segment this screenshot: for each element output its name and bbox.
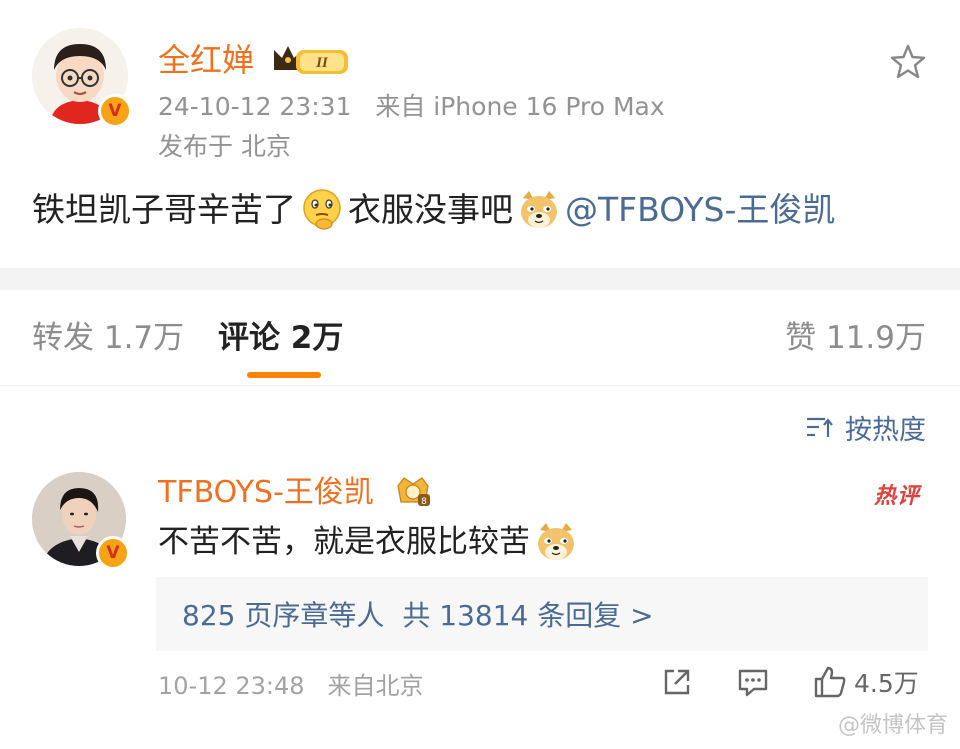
svg-text:8: 8 <box>421 497 427 507</box>
post-location: 发布于 北京 <box>158 132 291 161</box>
share-icon <box>664 669 690 695</box>
post-meta: 24-10-12 23:31 来自 iPhone 16 Pro Max <box>158 90 665 124</box>
hot-comment-tag: 热评 <box>873 484 920 509</box>
post-tabs: 转发 1.7万 评论 2万 赞 11.9万 <box>0 290 960 386</box>
favorite-star-icon[interactable] <box>888 42 928 82</box>
sort-label: 按热度 <box>845 415 926 446</box>
post-author-name[interactable]: 全红婵 <box>158 38 254 82</box>
post-timestamp: 24-10-12 23:31 <box>158 92 352 121</box>
sort-by-hot-button[interactable]: 按热度 <box>805 408 926 447</box>
reply-button[interactable] <box>736 665 770 699</box>
reply-people: 825 页序章等人 <box>182 599 385 632</box>
doge-emoji-icon <box>517 188 561 232</box>
watermark: @微博体育 <box>837 713 948 738</box>
share-button[interactable] <box>660 665 694 699</box>
vip-crown-icon[interactable]: II <box>270 38 354 86</box>
tab-like[interactable]: 赞 11.9万 <box>785 312 926 357</box>
like-count: 4.5万 <box>854 669 919 698</box>
comment-author-avatar[interactable]: V <box>32 472 130 570</box>
comment-meta: 10-12 23:48 来自北京 <box>158 666 423 706</box>
post-text-part2: 衣服没事吧 <box>348 190 513 229</box>
active-tab-indicator <box>247 372 321 378</box>
comment-icon <box>738 669 768 697</box>
thinking-emoji-icon <box>300 188 344 232</box>
comment-author-name[interactable]: TFBOYS-王俊凯 <box>158 472 374 514</box>
comment-location: 来自北京 <box>327 672 424 700</box>
mention-link[interactable]: @TFBOYS-王俊凯 <box>565 186 835 234</box>
section-separator <box>0 268 960 290</box>
verified-badge-icon: V <box>98 94 132 128</box>
post-text-part1: 铁坦凯子哥辛苦了 <box>32 190 296 229</box>
comment-body: 不苦不苦，就是衣服比较苦 <box>158 518 582 566</box>
post-body: 铁坦凯子哥辛苦了 衣服没事吧 @TFBOYS-王俊凯 <box>32 186 835 234</box>
doge-emoji-icon <box>534 520 578 564</box>
weibo-post-page: V 全红婵 II 24-10-12 23:31 来自 iPhone 16 Pro… <box>0 0 960 749</box>
post-card: V 全红婵 II 24-10-12 23:31 来自 iPhone 16 Pro… <box>0 0 960 268</box>
comment-actions: 4.5万 <box>660 664 919 700</box>
tab-comment[interactable]: 评论 2万 <box>218 312 343 357</box>
verified-badge-icon: V <box>96 536 130 570</box>
reply-count: 共 13814 条回复 > <box>402 599 654 632</box>
thumbs-up-icon <box>814 666 846 698</box>
like-button[interactable]: 4.5万 <box>812 664 919 700</box>
comment-item: V TFBOYS-王俊凯 8 热评 不苦不苦，就是衣服比较苦 825 页序章等人… <box>0 466 960 741</box>
comment-text: 不苦不苦，就是衣服比较苦 <box>158 524 530 560</box>
sort-icon <box>807 417 833 437</box>
fan-badge-icon[interactable]: 8 <box>392 472 434 514</box>
svg-text:II: II <box>315 55 329 71</box>
sort-bar: 按热度 <box>0 386 960 466</box>
post-author-avatar[interactable]: V <box>32 28 132 128</box>
comment-time: 10-12 23:48 <box>158 672 305 700</box>
post-source: 来自 iPhone 16 Pro Max <box>375 92 665 121</box>
tab-repost[interactable]: 转发 1.7万 <box>32 312 184 357</box>
replies-summary-link[interactable]: 825 页序章等人 共 13814 条回复 > <box>156 577 928 651</box>
